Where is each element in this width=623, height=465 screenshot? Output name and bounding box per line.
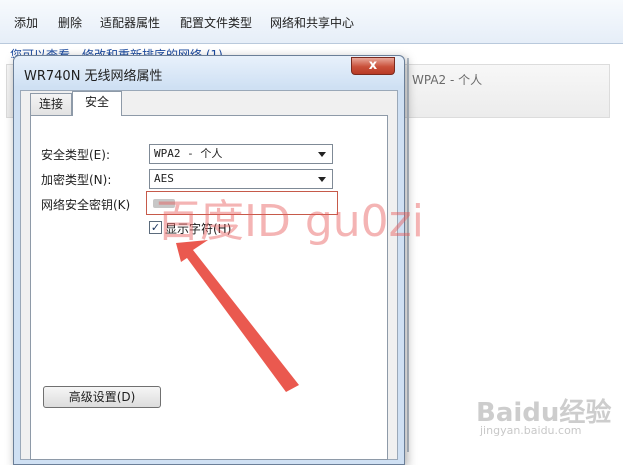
delete-button[interactable]: 删除 <box>58 14 82 31</box>
checkmark-icon: ✓ <box>150 221 161 234</box>
adapter-properties-button[interactable]: 适配器属性 <box>100 14 160 31</box>
dialog-client-area: 连接 安全 安全类型(E): WPA2 - 个人 加密类型(N): AES 网络… <box>20 90 398 460</box>
show-characters-label: 显示字符(H) <box>165 222 232 236</box>
network-key-input[interactable] <box>146 191 338 215</box>
security-type-select[interactable]: WPA2 - 个人 <box>149 144 333 164</box>
wireless-properties-dialog: WR740N 无线网络属性 x 连接 安全 安全类型(E): WPA2 - 个人… <box>13 55 405 465</box>
dialog-title: WR740N 无线网络属性 <box>24 69 163 84</box>
encryption-type-label: 加密类型(N): <box>41 173 112 187</box>
security-type-label: 安全类型(E): <box>41 148 110 162</box>
network-key-label: 网络安全密钥(K) <box>41 198 131 212</box>
advanced-settings-button[interactable]: 高级设置(D) <box>43 386 161 408</box>
network-security-text: WPA2 - 个人 <box>412 73 483 87</box>
profile-type-button[interactable]: 配置文件类型 <box>180 14 252 31</box>
encryption-type-value: AES <box>154 172 174 185</box>
masked-key-value <box>153 199 175 208</box>
close-button[interactable]: x <box>351 57 395 75</box>
show-characters-checkbox[interactable]: ✓ <box>149 221 162 234</box>
security-tab-page: 安全类型(E): WPA2 - 个人 加密类型(N): AES 网络安全密钥(K… <box>30 115 388 460</box>
tab-connection[interactable]: 连接 <box>30 93 72 115</box>
add-button[interactable]: 添加 <box>14 14 38 31</box>
chevron-down-icon <box>318 177 326 182</box>
baidu-url: jingyan.baidu.com <box>480 424 582 437</box>
close-icon: x <box>368 58 378 73</box>
security-type-value: WPA2 - 个人 <box>154 147 223 160</box>
explorer-toolbar: 添加 删除 适配器属性 配置文件类型 网络和共享中心 <box>0 0 623 44</box>
chevron-down-icon <box>318 152 326 157</box>
network-sharing-center-button[interactable]: 网络和共享中心 <box>270 14 354 31</box>
divider <box>407 58 409 452</box>
tab-security[interactable]: 安全 <box>72 91 122 116</box>
encryption-type-select[interactable]: AES <box>149 169 333 189</box>
